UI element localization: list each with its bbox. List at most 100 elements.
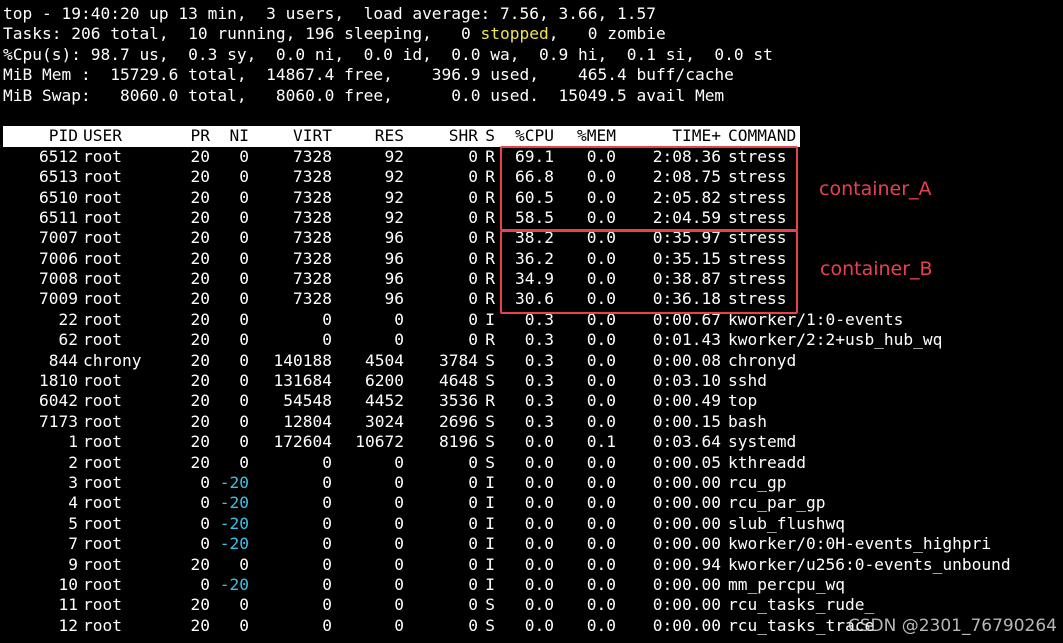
cell-user: root	[83, 554, 122, 574]
cell-virt: 0	[322, 534, 332, 554]
cell-priority: 20	[190, 167, 211, 187]
cell-virt: 0	[322, 615, 332, 635]
cell-res: 0	[394, 452, 404, 472]
cell-time: 0:00.94	[652, 554, 721, 574]
cell-user: root	[83, 432, 122, 452]
cell-pid: 5	[68, 513, 78, 533]
cell-virt: 54548	[283, 391, 332, 411]
cell-state: S	[485, 595, 495, 615]
cell-mem: 0.0	[586, 554, 616, 574]
cell-cpu: 0.0	[524, 534, 554, 554]
cell-nice: -20	[219, 574, 249, 594]
cell-shr: 0	[468, 574, 478, 594]
table-row: 7173 root 20 0 12804 3024 2696 S 0.3 0.0 0:00.15 ba…	[3, 412, 1061, 432]
cell-user: root	[83, 513, 122, 533]
cell-state: S	[485, 350, 495, 370]
cell-state: R	[485, 391, 495, 411]
table-row: 7 root 0 -20 0 0 0 I 0.0 0.0 0:00.00 kworker/0:0H-e…	[3, 534, 1061, 554]
table-row: 3 root 0 -20 0 0 0 I 0.0 0.0 0:00.00 rcu_gp	[3, 473, 1061, 493]
cell-shr: 0	[468, 513, 478, 533]
cell-shr: 0	[468, 167, 478, 187]
cell-priority: 0	[200, 472, 210, 492]
cell-user: root	[83, 493, 122, 513]
stopped-label: stopped	[480, 24, 549, 44]
cell-user: root	[83, 146, 122, 166]
cell-time: 0:00.00	[652, 534, 721, 554]
cell-pid: 11	[58, 595, 79, 615]
table-row: 4 root 0 -20 0 0 0 I 0.0 0.0 0:00.00 rcu_par_gp	[3, 493, 1061, 513]
cell-user: root	[83, 330, 122, 350]
container-a-box	[500, 146, 798, 231]
cell-mem: 0.0	[586, 350, 616, 370]
cell-nice: 0	[239, 350, 249, 370]
cell-nice: -20	[219, 493, 249, 513]
cell-nice: 0	[239, 167, 249, 187]
table-row: 1810 root 20 0 131684 6200 4648 S 0.3 0.0 0:03.10 s…	[3, 371, 1061, 391]
cell-nice: 0	[239, 554, 249, 574]
cell-shr: 0	[468, 309, 478, 329]
col-header-time: TIME+	[672, 126, 721, 146]
col-header-res: RES	[374, 126, 404, 146]
cell-nice: 0	[239, 391, 249, 411]
cell-user: root	[83, 391, 122, 411]
cell-pid: 844	[48, 350, 78, 370]
cell-virt: 7328	[293, 289, 332, 309]
cell-priority: 20	[190, 207, 211, 227]
cell-res: 0	[394, 330, 404, 350]
cell-user: root	[83, 472, 122, 492]
cell-nice: 0	[239, 228, 249, 248]
cell-priority: 20	[190, 269, 211, 289]
cell-time: 0:00.00	[652, 615, 721, 635]
cell-shr: 0	[468, 472, 478, 492]
cell-cpu: 0.0	[524, 432, 554, 452]
cell-time: 0:03.64	[652, 432, 721, 452]
cell-priority: 20	[190, 371, 211, 391]
cell-time: 0:03.10	[652, 371, 721, 391]
cell-pid: 62	[58, 330, 79, 350]
cell-virt: 7328	[293, 269, 332, 289]
cell-nice: 0	[239, 371, 249, 391]
cell-res: 0	[394, 574, 404, 594]
cell-virt: 7328	[293, 187, 332, 207]
cell-pid: 10	[58, 574, 79, 594]
cell-res: 0	[394, 534, 404, 554]
cell-nice: 0	[239, 187, 249, 207]
table-row: 9 root 20 0 0 0 0 I 0.0 0.0 0:00.94 kworker/u256:0-…	[3, 555, 1061, 575]
cell-virt: 0	[322, 472, 332, 492]
summary-uptime-line: top - 19:40:20 up 13 min, 3 users, load …	[3, 4, 656, 23]
col-header-shr: SHR	[448, 126, 478, 146]
cell-pid: 6511	[39, 207, 78, 227]
cell-command: bash	[728, 411, 767, 431]
col-header-pr: PR	[190, 126, 211, 146]
cell-command: rcu_gp	[728, 472, 787, 492]
cell-res: 0	[394, 595, 404, 615]
cell-shr: 0	[468, 493, 478, 513]
cell-res: 4504	[365, 350, 404, 370]
cell-shr: 2696	[439, 411, 478, 431]
table-row: 10 root 0 -20 0 0 0 I 0.0 0.0 0:00.00 mm_percpu_wq	[3, 575, 1061, 595]
container-b-label: container_B	[820, 258, 933, 280]
cell-nice: 0	[239, 289, 249, 309]
cell-command: sshd	[728, 371, 767, 391]
cell-virt: 0	[322, 513, 332, 533]
cell-virt: 0	[322, 595, 332, 615]
cell-command: kthreadd	[728, 452, 806, 472]
cell-pid: 7	[68, 534, 78, 554]
cell-command: rcu_par_gp	[728, 493, 826, 513]
cell-command: slub_flushwq	[728, 513, 845, 533]
cell-state: I	[485, 554, 495, 574]
cell-shr: 0	[468, 248, 478, 268]
cell-user: root	[83, 452, 122, 472]
cell-priority: 0	[200, 493, 210, 513]
cell-pid: 9	[68, 554, 78, 574]
summary-swap-line: MiB Swap: 8060.0 total, 8060.0 free, 0.0…	[3, 85, 725, 105]
cell-shr: 0	[468, 228, 478, 248]
cell-nice: 0	[239, 309, 249, 329]
col-header-ni: NI	[229, 126, 250, 146]
cell-priority: 20	[190, 146, 211, 166]
cell-cpu: 0.3	[524, 330, 554, 350]
cell-virt: 7328	[293, 167, 332, 187]
cell-pid: 22	[58, 309, 79, 329]
cell-virt: 0	[322, 309, 332, 329]
cell-state: S	[485, 371, 495, 391]
